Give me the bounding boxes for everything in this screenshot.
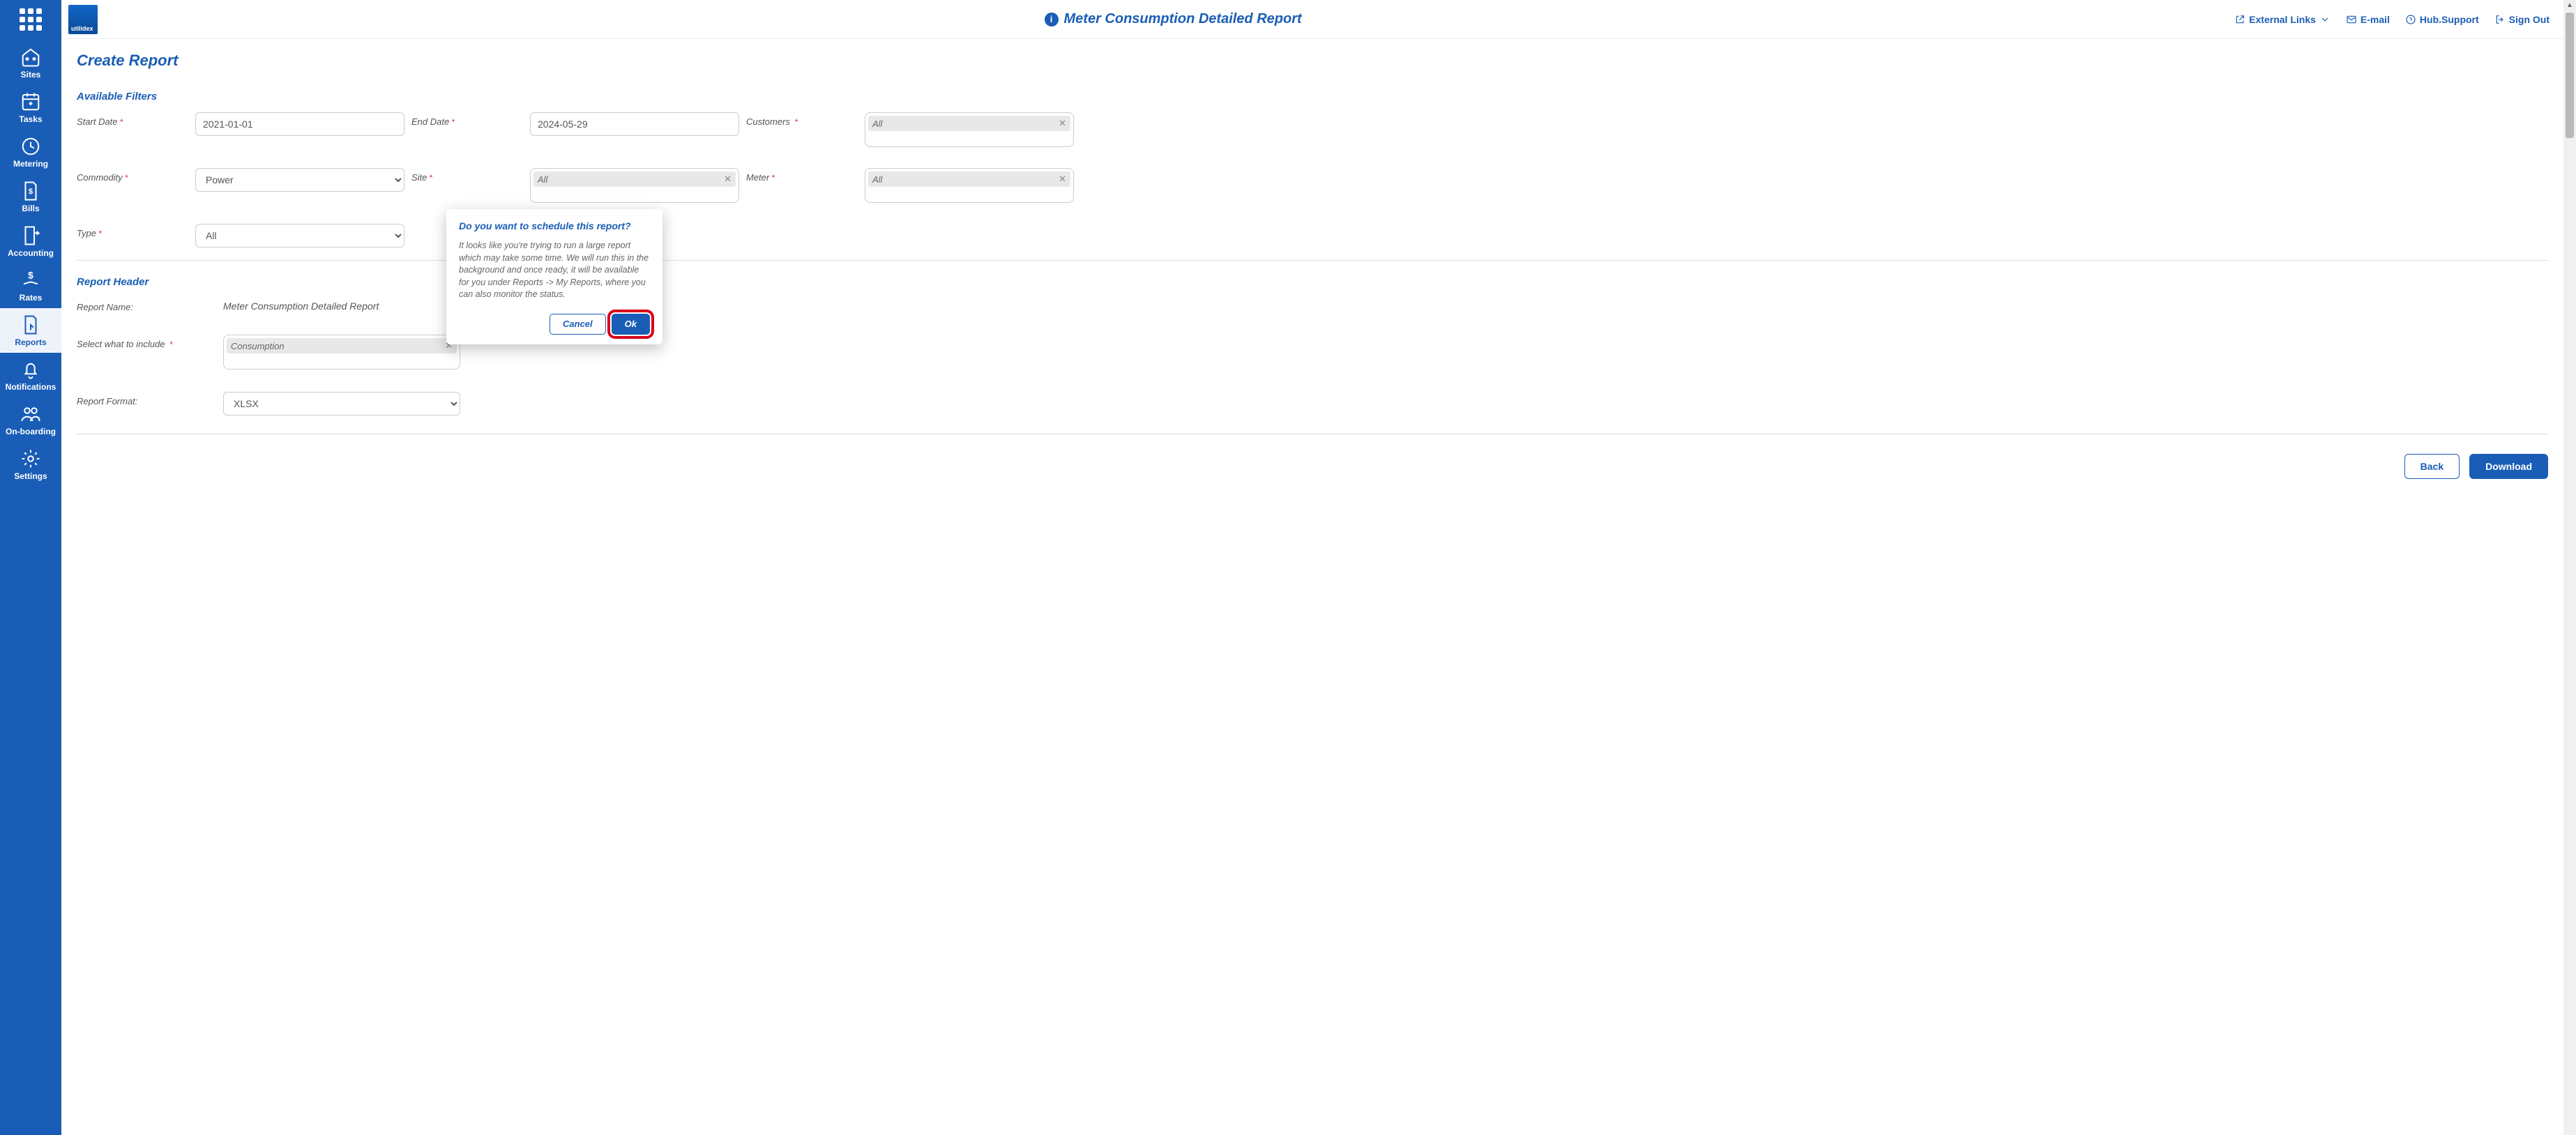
sidebar-item-label: Bills (22, 204, 39, 213)
include-chip: Consumption ✕ (227, 338, 457, 353)
report-name-value: Meter Consumption Detailed Report (223, 298, 460, 312)
footer-actions: Back Download (77, 454, 2548, 479)
format-label: Report Format: (77, 392, 216, 406)
sidebar-item-rates[interactable]: $ Rates (0, 264, 61, 308)
include-label: Select what to include * (77, 335, 216, 349)
app-launcher-icon[interactable] (17, 6, 45, 33)
tasks-icon (20, 92, 41, 112)
reports-icon (20, 315, 41, 335)
email-link[interactable]: E-mail (2346, 14, 2390, 25)
panel-title: Create Report (77, 52, 2548, 70)
bell-icon (20, 360, 41, 379)
download-button[interactable]: Download (2469, 454, 2548, 479)
page-title: i Meter Consumption Detailed Report (112, 11, 2234, 27)
schedule-report-modal: Do you want to schedule this report? It … (446, 209, 662, 344)
sidebar-item-onboarding[interactable]: On-boarding (0, 397, 61, 442)
sidebar: Sites Tasks Metering $ Bills Accounting … (0, 0, 61, 1135)
commodity-label: Commodity* (77, 168, 188, 183)
filters-heading: Available Filters (77, 91, 2548, 102)
sidebar-item-sites[interactable]: Sites (0, 40, 61, 85)
modal-cancel-button[interactable]: Cancel (550, 314, 606, 335)
customers-label: Customers * (746, 112, 858, 127)
top-links: External Links E-mail Hub.Support Sign O… (2234, 14, 2550, 25)
start-date-label: Start Date* (77, 112, 188, 127)
sidebar-item-label: Tasks (19, 114, 42, 124)
chip-remove-icon[interactable]: ✕ (1059, 118, 1066, 129)
chip-remove-icon[interactable]: ✕ (724, 174, 732, 185)
modal-ok-button[interactable]: Ok (612, 314, 650, 335)
onboarding-icon (20, 404, 41, 424)
help-icon (2405, 14, 2416, 25)
modal-body: It looks like you're trying to run a lar… (459, 240, 650, 301)
brand-logo[interactable]: utilidex (68, 5, 98, 34)
include-chipbox[interactable]: Consumption ✕ (223, 335, 460, 370)
site-label: Site* (411, 168, 523, 183)
sidebar-item-label: Notifications (6, 382, 56, 392)
sidebar-item-bills[interactable]: $ Bills (0, 174, 61, 219)
sidebar-item-label: Reports (15, 337, 46, 347)
sidebar-item-reports[interactable]: Reports (0, 308, 61, 353)
info-icon[interactable]: i (1045, 13, 1059, 26)
support-link[interactable]: Hub.Support (2405, 14, 2479, 25)
signout-icon (2494, 14, 2506, 25)
scroll-thumb[interactable] (2566, 13, 2574, 138)
topbar: utilidex i Meter Consumption Detailed Re… (61, 0, 2563, 39)
external-link-icon (2234, 14, 2245, 25)
sidebar-item-tasks[interactable]: Tasks (0, 85, 61, 130)
main-area: utilidex i Meter Consumption Detailed Re… (61, 0, 2563, 1135)
gear-icon (20, 449, 41, 469)
sidebar-item-label: Metering (13, 159, 48, 169)
mail-icon (2346, 14, 2357, 25)
commodity-select[interactable]: Power (195, 168, 404, 192)
type-label: Type* (77, 224, 188, 238)
vertical-scrollbar[interactable]: ▲ (2563, 0, 2576, 1135)
sidebar-item-settings[interactable]: Settings (0, 442, 61, 487)
sidebar-item-label: Sites (21, 70, 41, 79)
site-chip: All ✕ (533, 172, 736, 187)
format-select[interactable]: XLSX (223, 392, 460, 416)
meter-chipbox[interactable]: All ✕ (865, 168, 1074, 203)
accounting-icon (20, 226, 41, 245)
modal-title: Do you want to schedule this report? (459, 220, 650, 231)
modal-actions: Cancel Ok (459, 314, 650, 335)
chevron-down-icon (2319, 14, 2331, 25)
sidebar-item-label: Accounting (8, 248, 54, 258)
meter-label: Meter* (746, 168, 858, 183)
svg-text:$: $ (29, 188, 33, 196)
end-date-input[interactable] (530, 112, 739, 136)
customers-chip: All ✕ (868, 116, 1070, 131)
sidebar-item-label: Rates (20, 293, 43, 303)
site-chipbox[interactable]: All ✕ (530, 168, 739, 203)
sidebar-item-label: Settings (14, 471, 47, 481)
bills-icon: $ (20, 181, 41, 201)
sites-icon (20, 47, 41, 67)
sidebar-item-accounting[interactable]: Accounting (0, 219, 61, 264)
start-date-input[interactable] (195, 112, 404, 136)
sidebar-item-notifications[interactable]: Notifications (0, 353, 61, 397)
end-date-label: End Date* (411, 112, 523, 127)
svg-text:$: $ (28, 271, 33, 281)
chip-remove-icon[interactable]: ✕ (1059, 174, 1066, 185)
report-name-label: Report Name: (77, 298, 216, 312)
type-select[interactable]: All (195, 224, 404, 247)
back-button[interactable]: Back (2404, 454, 2460, 479)
rates-icon: $ (20, 271, 41, 290)
signout-link[interactable]: Sign Out (2494, 14, 2550, 25)
customers-chipbox[interactable]: All ✕ (865, 112, 1074, 147)
metering-icon (20, 137, 41, 156)
external-links-dropdown[interactable]: External Links (2234, 14, 2331, 25)
sidebar-item-metering[interactable]: Metering (0, 130, 61, 174)
content-panel: Create Report Available Filters Start Da… (61, 39, 2563, 492)
sidebar-item-label: On-boarding (6, 427, 56, 436)
meter-chip: All ✕ (868, 172, 1070, 187)
scroll-up-arrow-icon[interactable]: ▲ (2563, 1, 2576, 9)
